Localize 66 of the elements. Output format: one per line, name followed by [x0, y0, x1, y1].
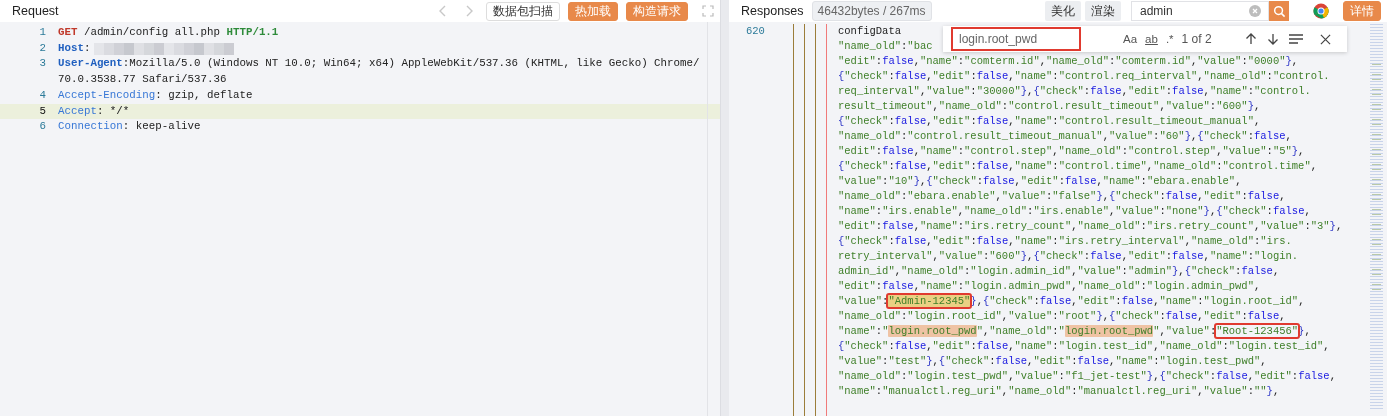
code-text: ","value": [1153, 325, 1217, 337]
code-text: result_timeout","name_old":"control.result_timeout","value":"600"}, [838, 100, 1261, 112]
code-text: "name_old":"login.root_id","value":"root"},{"check":false,"edit":false, [838, 310, 1286, 322]
code-text: "name_old":"ebara.enable","value":"false"},{"check":false,"edit":false, [838, 190, 1286, 202]
close-icon[interactable] [1319, 33, 1331, 45]
code-text: admin_id","name_old":"login.admin_id","value":"admin"},{"check":false, [838, 265, 1280, 277]
code-text: "name":"irs.enable","name_old":"irs.enable","value":"none"},{"check":false, [838, 205, 1311, 217]
code-text: "name":"manualctl.reg_uri","name_old":"manualctl.reg_uri","value":""}, [838, 385, 1280, 397]
toolbar-button[interactable]: 美化 [1045, 1, 1081, 21]
code-text: GET /admin/config all.php HTTP/1.1 [58, 25, 279, 40]
code-text: Accept: */* [58, 103, 130, 119]
line-number: 620 [746, 24, 765, 39]
panel-title: Responses [741, 4, 804, 18]
line-number: 4 [38, 87, 47, 103]
code-text: "value": [838, 295, 889, 307]
search-match: login.root_pwd [888, 325, 977, 337]
code-text: {"check":false,"edit":false,"name":"control.req_interval","name_old":"control. [838, 70, 1330, 82]
toolbar-button[interactable]: 渲染 [1085, 1, 1121, 21]
code-text: "name":" [838, 325, 889, 337]
code-text: Connection: keep-alive [58, 119, 201, 135]
search-button[interactable] [1269, 1, 1289, 21]
code-text: {"check":false,"edit":false,"name":"irs.retry_interval","name_old":"irs. [838, 235, 1292, 247]
code-text: "name_old":"control.result_timeout_manual","value":"60"},{"check":false, [838, 130, 1292, 142]
code-text: {"check":false,"edit":false,"name":"login.test_id","name_old":"login.test_id", [838, 340, 1330, 352]
line-number: 5 [38, 103, 47, 119]
code-text: retry_interval","value":"600"},{"check":false,"edit":false,"name":"login. [838, 250, 1299, 262]
line-number: 3 [38, 56, 47, 72]
search-icon [1272, 4, 1286, 18]
code-text: Accept-Encoding: gzip, deflate [58, 87, 253, 103]
find-option-toggle[interactable]: Aa [1123, 31, 1138, 47]
browser-icon[interactable] [1313, 3, 1329, 19]
find-option-toggle[interactable]: .* [1165, 31, 1174, 47]
stats-badge: 46432bytes / 267ms [811, 1, 932, 21]
code-text: 70.0.3538.77 Safari/537.36 [58, 72, 227, 88]
panel-title: Request [12, 4, 59, 18]
search-field[interactable]: admin [1131, 1, 1269, 21]
code-text: "value":"test"},{"check":false,"edit":false,"name":"login.test_pwd", [838, 355, 1267, 367]
search-match: "Admin-12345" [888, 295, 971, 307]
code-text: "value":"10"},{"check":false,"edit":false,"name":"ebara.enable", [838, 175, 1242, 187]
search-match: login.root_pwd [1064, 325, 1154, 337]
arrow-down-icon[interactable] [1265, 32, 1280, 46]
code-text: {"check":false,"edit":false,"name":"control.result_timeout_manual", [838, 115, 1261, 127]
clear-icon[interactable] [1249, 5, 1261, 17]
find-input[interactable]: login.root_pwd [953, 29, 1079, 49]
toolbar-button[interactable]: 数据包扫描 [486, 1, 560, 21]
code-text: Host: [58, 40, 91, 56]
code-text: ","name_old":" [976, 325, 1065, 337]
code-text: {"check":false,"edit":false,"name":"control.time","name_old":"control.time", [838, 160, 1318, 172]
line-number: 2 [38, 40, 47, 56]
line-number: 6 [38, 119, 47, 135]
list-icon[interactable] [1287, 33, 1304, 45]
code-text: "edit":false,"name":"login.admin_pwd","name_old":"login.admin_pwd", [838, 280, 1261, 292]
code-text: configData [838, 25, 901, 37]
boxed-value: "Root-123456" [1216, 325, 1299, 337]
code-text: req_interval","value":"30000"},{"check":false,"edit":false,"name":"control. [838, 85, 1311, 97]
line-number: 1 [38, 25, 47, 40]
code-text: User-Agent:Mozilla/5.0 (Windows NT 10.0; Win64; x64) AppleWebKit/537.36 (KHTML, like Gecko) Chrome/ [58, 56, 700, 72]
code-text: "name_old":"login.test_pwd","value":"f1_jet-test"},{"check":false,"edit":false, [838, 370, 1336, 382]
match-count: 1 of 2 [1181, 31, 1212, 47]
code-text: "name_old":"bac [838, 40, 933, 52]
splitter-handle[interactable] [720, 0, 729, 416]
fullscreen-icon[interactable] [702, 5, 714, 17]
find-option-toggle[interactable]: ab [1145, 31, 1158, 47]
code-text: "edit":false,"name":"irs.retry_count","name_old":"irs.retry_count","value":"3"}, [838, 220, 1343, 232]
code-text: "edit":false,"name":"control.step","name_old":"control.step","value":"5"}, [838, 145, 1305, 157]
code-text: "edit":false,"name":"comterm.id","name_old":"comterm.id","value":"0000"}, [838, 55, 1299, 67]
